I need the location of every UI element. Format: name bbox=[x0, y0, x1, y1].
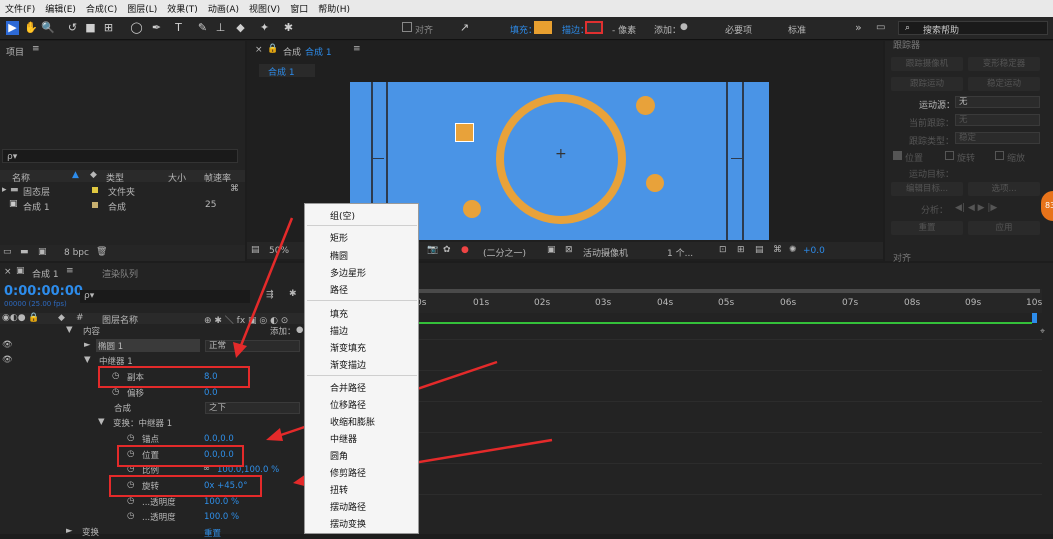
menu-item-wiggle-paths[interactable]: 摆动路径 bbox=[330, 500, 366, 513]
menu-item-fill[interactable]: 填充 bbox=[330, 307, 348, 320]
menu-item-group[interactable]: 组(空) bbox=[330, 209, 355, 222]
annotation-arrows bbox=[233, 217, 553, 487]
arrow-head bbox=[233, 342, 247, 358]
menu-item-gradient-fill[interactable]: 渐变填充 bbox=[330, 341, 366, 354]
menu-item-path[interactable]: 路径 bbox=[330, 283, 348, 296]
menu-item-wiggle-transform[interactable]: 摆动变换 bbox=[330, 517, 366, 530]
menu-item-pucker-bloat[interactable]: 收缩和膨胀 bbox=[330, 415, 375, 428]
menu-item-gradient-stroke[interactable]: 渐变描边 bbox=[330, 358, 366, 371]
menu-item-offset-paths[interactable]: 位移路径 bbox=[330, 398, 366, 411]
menu-item-polystar[interactable]: 多边星形 bbox=[330, 266, 366, 279]
add-shape-context-menu: 组(空) 矩形 椭圆 多边星形 路径 填充 描边 渐变填充 渐变描边 合并路径 … bbox=[304, 203, 419, 534]
menu-item-repeater[interactable]: 中继器 bbox=[330, 432, 357, 445]
arrow-head bbox=[266, 428, 283, 441]
menu-separator bbox=[307, 375, 417, 376]
menu-item-trim-paths[interactable]: 修剪路径 bbox=[330, 466, 366, 479]
menu-item-merge-paths[interactable]: 合并路径 bbox=[330, 381, 366, 394]
menu-item-ellipse[interactable]: 椭圆 bbox=[330, 249, 348, 262]
menu-item-stroke[interactable]: 描边 bbox=[330, 324, 348, 337]
menu-item-rectangle[interactable]: 矩形 bbox=[330, 231, 348, 244]
arrow-to-copies bbox=[238, 217, 294, 349]
menu-item-twist[interactable]: 扭转 bbox=[330, 483, 348, 496]
menu-separator bbox=[307, 300, 417, 301]
menu-separator bbox=[307, 225, 417, 226]
menu-item-round-corners[interactable]: 圆角 bbox=[330, 449, 348, 462]
